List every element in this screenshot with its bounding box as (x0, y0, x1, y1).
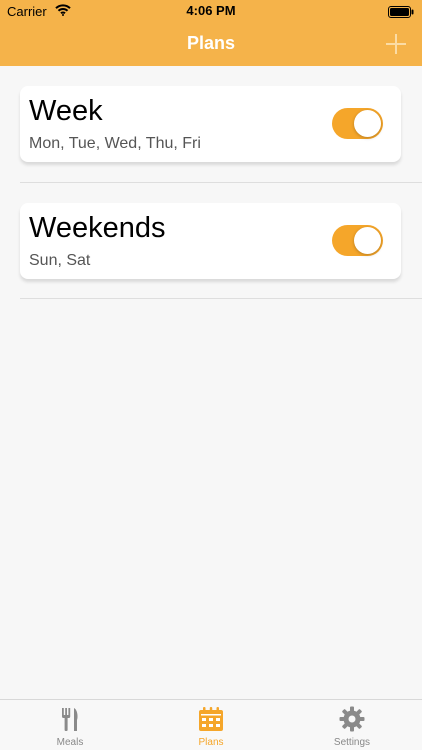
tab-settings[interactable]: Settings (282, 700, 422, 750)
plan-card-weekends[interactable]: Weekends Sun, Sat (20, 203, 401, 279)
plan-title: Week (29, 95, 103, 127)
plan-title: Weekends (29, 212, 166, 244)
toggle-knob (354, 227, 381, 254)
plan-days: Sun, Sat (29, 252, 91, 269)
tab-meals[interactable]: Meals (0, 700, 140, 750)
tab-label: Meals (56, 737, 84, 748)
page-title: Plans (186, 33, 236, 53)
toggle-knob (354, 110, 381, 137)
tab-bar: Meals Plans Settings (0, 699, 422, 750)
plan-toggle-weekends[interactable] (332, 225, 383, 256)
navigation-bar: Plans (0, 22, 422, 66)
add-plan-button[interactable] (384, 32, 408, 56)
fork-knife-icon (62, 708, 78, 731)
status-time: 4:06 PM (186, 3, 236, 18)
plan-toggle-week[interactable] (332, 108, 383, 139)
plan-card-week[interactable]: Week Mon, Tue, Wed, Thu, Fri (20, 86, 401, 162)
plus-icon (386, 34, 406, 54)
divider (20, 298, 422, 299)
divider (20, 182, 422, 183)
status-bar: Carrier 4:06 PM (0, 0, 422, 22)
battery-icon (388, 5, 414, 23)
plan-days: Mon, Tue, Wed, Thu, Fri (29, 135, 201, 152)
tab-plans[interactable]: Plans (141, 700, 281, 750)
tab-label: Plans (198, 737, 224, 748)
tab-label: Settings (333, 737, 371, 748)
calendar-icon (199, 707, 223, 731)
gear-icon (339, 706, 365, 732)
